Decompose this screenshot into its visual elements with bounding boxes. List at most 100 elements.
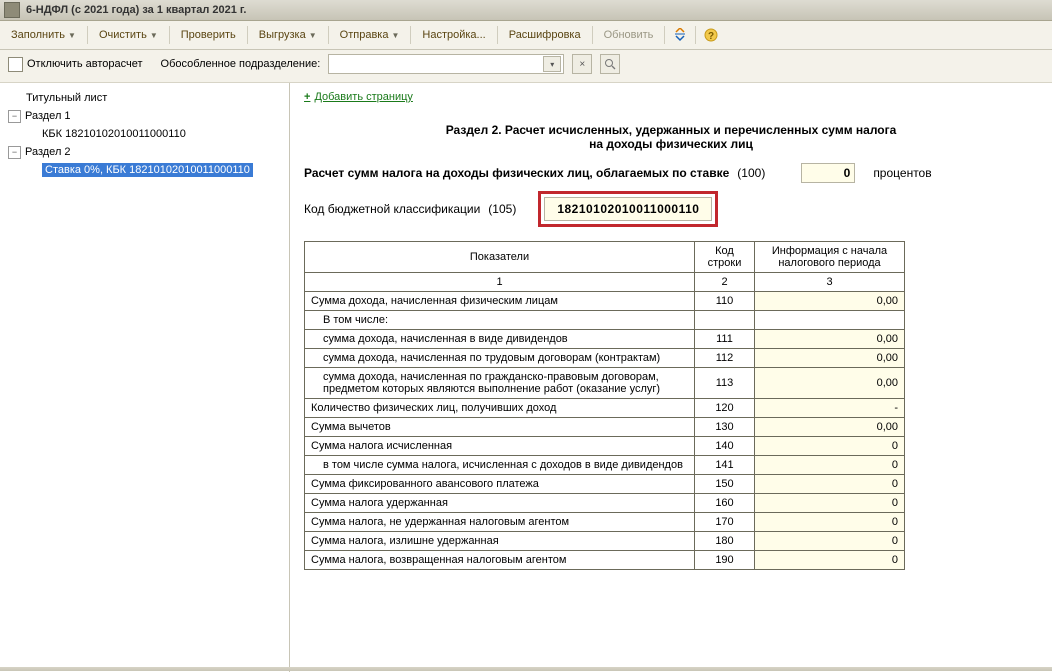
check-button[interactable]: Проверить: [174, 26, 243, 44]
indicator-cell: сумма дохода, начисленная по гражданско-…: [305, 368, 695, 399]
table-row: Количество физических лиц, получивших до…: [305, 399, 905, 418]
export-button[interactable]: Выгрузка▼: [252, 26, 324, 44]
tree-title-page[interactable]: Титульный лист: [4, 89, 285, 107]
settings-button[interactable]: Настройка...: [415, 26, 492, 44]
fill-button[interactable]: Заполнить▼: [4, 26, 83, 44]
indicator-cell: сумма дохода, начисленная в виде дивиден…: [305, 330, 695, 349]
code-cell: 170: [695, 513, 755, 532]
indicator-cell: Сумма налога, возвращенная налоговым аге…: [305, 551, 695, 570]
separator: [592, 26, 593, 44]
code-cell: 190: [695, 551, 755, 570]
header-indicators: Показатели: [305, 242, 695, 273]
value-cell[interactable]: -: [755, 399, 905, 418]
search-subdivision-button[interactable]: [600, 54, 620, 74]
table-row: Сумма вычетов1300,00: [305, 418, 905, 437]
value-cell[interactable]: 0,00: [755, 292, 905, 311]
tree-section-2[interactable]: − Раздел 2: [4, 143, 285, 161]
table-row: в том числе сумма налога, исчисленная с …: [305, 456, 905, 475]
app-icon: [4, 2, 20, 18]
collapse-icon[interactable]: −: [8, 110, 21, 123]
table-row: Сумма налога исчисленная1400: [305, 437, 905, 456]
table-row: сумма дохода, начисленная в виде дивиден…: [305, 330, 905, 349]
indicators-table: Показатели Код строки Информация с начал…: [304, 241, 905, 570]
title-bar: 6-НДФЛ (с 2021 года) за 1 квартал 2021 г…: [0, 0, 1052, 21]
header-info: Информация с начала налогового периода: [755, 242, 905, 273]
rate-row: Расчет сумм налога на доходы физических …: [304, 163, 1038, 183]
decode-button[interactable]: Расшифровка: [502, 26, 588, 44]
disable-autocalc-checkbox[interactable]: Отключить авторасчет: [8, 57, 143, 72]
refresh-button[interactable]: Обновить: [597, 26, 661, 44]
table-row: сумма дохода, начисленная по гражданско-…: [305, 368, 905, 399]
code-cell: 110: [695, 292, 755, 311]
value-cell[interactable]: 0: [755, 475, 905, 494]
section-title: Раздел 2. Расчет исчисленных, удержанных…: [304, 123, 1038, 151]
indicator-cell: Сумма налога удержанная: [305, 494, 695, 513]
indicator-cell: Сумма дохода, начисленная физическим лиц…: [305, 292, 695, 311]
footer-border: [0, 667, 1052, 671]
code-cell: 141: [695, 456, 755, 475]
table-row: Сумма налога, возвращенная налоговым аге…: [305, 551, 905, 570]
value-cell[interactable]: 0: [755, 437, 905, 456]
separator: [247, 26, 248, 44]
send-button[interactable]: Отправка▼: [333, 26, 407, 44]
plus-icon: +: [304, 91, 310, 103]
rate-input[interactable]: 0: [801, 163, 855, 183]
clear-subdivision-button[interactable]: ×: [572, 54, 592, 74]
tree-section-1[interactable]: − Раздел 1: [4, 107, 285, 125]
header-code: Код строки: [695, 242, 755, 273]
subdivision-label: Обособленное подразделение:: [161, 58, 321, 70]
code-cell: [695, 311, 755, 330]
tree-section-2-rate[interactable]: Ставка 0%, КБК 18210102010011000110: [4, 161, 285, 179]
search-icon: [604, 58, 616, 70]
table-row: Сумма налога, излишне удержанная1800: [305, 532, 905, 551]
kbk-row: Код бюджетной классификации (105) 182101…: [304, 191, 1038, 227]
kbk-highlight: 18210102010011000110: [538, 191, 718, 227]
value-cell[interactable]: 0,00: [755, 330, 905, 349]
separator: [497, 26, 498, 44]
indicator-cell: Сумма фиксированного авансового платежа: [305, 475, 695, 494]
value-cell[interactable]: 0,00: [755, 368, 905, 399]
chevron-down-icon: ▼: [309, 31, 317, 40]
collapse-icon[interactable]: −: [8, 146, 21, 159]
chevron-down-icon[interactable]: ▾: [543, 56, 561, 72]
separator: [87, 26, 88, 44]
action-button[interactable]: [669, 25, 691, 45]
code-cell: 160: [695, 494, 755, 513]
code-cell: 113: [695, 368, 755, 399]
code-cell: 150: [695, 475, 755, 494]
value-cell: [755, 311, 905, 330]
separator: [169, 26, 170, 44]
separator: [410, 26, 411, 44]
separator: [664, 26, 665, 44]
code-cell: 120: [695, 399, 755, 418]
value-cell[interactable]: 0: [755, 456, 905, 475]
code-cell: 112: [695, 349, 755, 368]
table-row: В том числе:: [305, 311, 905, 330]
table-header-row: Показатели Код строки Информация с начал…: [305, 242, 905, 273]
indicator-cell: в том числе сумма налога, исчисленная с …: [305, 456, 695, 475]
value-cell[interactable]: 0: [755, 551, 905, 570]
value-cell[interactable]: 0,00: [755, 349, 905, 368]
clear-button[interactable]: Очистить▼: [92, 26, 165, 44]
table-row: Сумма налога, не удержанная налоговым аг…: [305, 513, 905, 532]
value-cell[interactable]: 0: [755, 494, 905, 513]
indicator-cell: Сумма налога, излишне удержанная: [305, 532, 695, 551]
content-panel: + Добавить страницу Раздел 2. Расчет исч…: [290, 83, 1052, 672]
value-cell[interactable]: 0,00: [755, 418, 905, 437]
help-icon: ?: [704, 28, 718, 42]
table-row: Сумма дохода, начисленная физическим лиц…: [305, 292, 905, 311]
window-title: 6-НДФЛ (с 2021 года) за 1 квартал 2021 г…: [26, 4, 246, 16]
chevron-down-icon: ▼: [68, 31, 76, 40]
value-cell[interactable]: 0: [755, 513, 905, 532]
add-page-link[interactable]: + Добавить страницу: [304, 91, 413, 103]
tree-section-1-kbk[interactable]: КБК 18210102010011000110: [4, 125, 285, 143]
kbk-input[interactable]: 18210102010011000110: [544, 197, 712, 221]
subdivision-combo[interactable]: ▾: [328, 54, 564, 74]
toolbar: Заполнить▼ Очистить▼ Проверить Выгрузка▼…: [0, 21, 1052, 50]
table-number-row: 1 2 3: [305, 273, 905, 292]
separator: [695, 26, 696, 44]
value-cell[interactable]: 0: [755, 532, 905, 551]
help-button[interactable]: ?: [700, 25, 722, 45]
chevron-down-icon: ▼: [391, 31, 399, 40]
svg-text:?: ?: [708, 31, 714, 42]
